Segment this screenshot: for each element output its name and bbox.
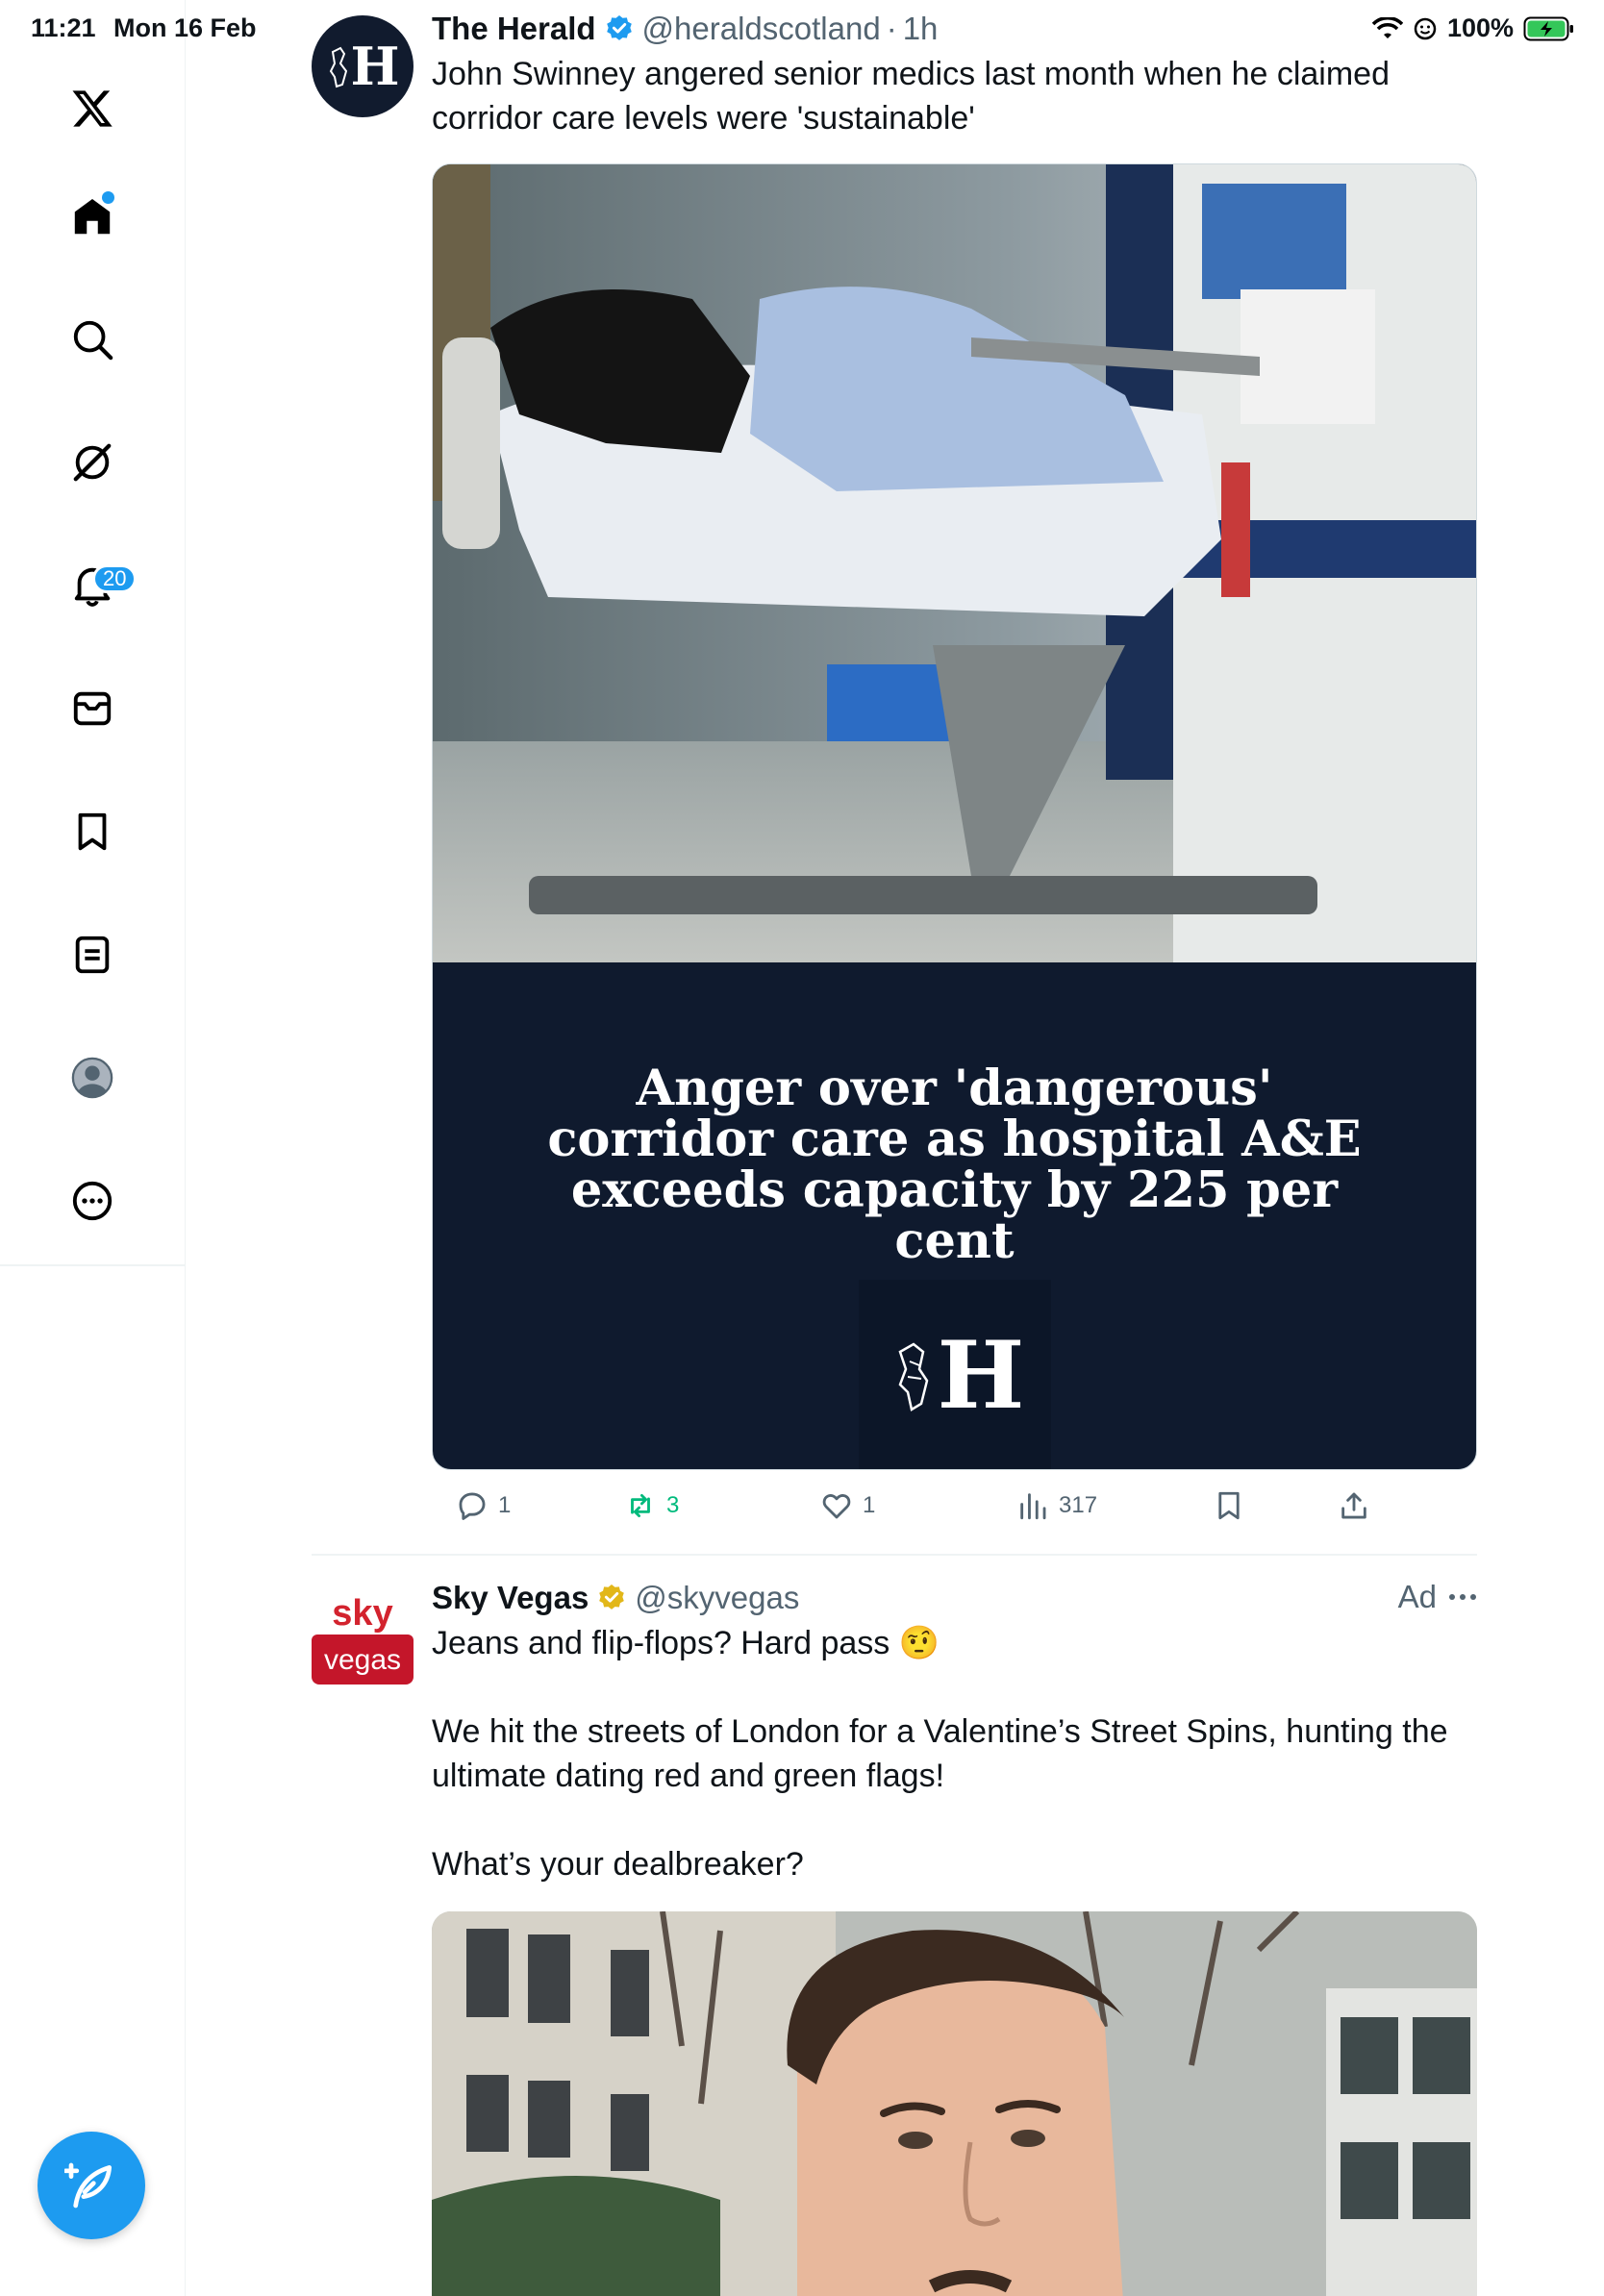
svg-text:H: H <box>938 1323 1025 1429</box>
media-image[interactable] <box>432 1911 1477 2296</box>
views-icon <box>1020 1493 1046 1520</box>
card-logo: H <box>859 1280 1051 1469</box>
tweet-body: Sky Vegas @skyvegas Ad Jeans and flip-fl… <box>432 1579 1477 1886</box>
status-time: 11:21 <box>31 13 96 42</box>
reply-button[interactable]: 1 <box>456 1489 511 1522</box>
grok-icon[interactable] <box>54 424 131 501</box>
share-button[interactable] <box>1338 1489 1370 1522</box>
man-portrait-photo <box>432 1911 1477 2296</box>
tweet-herald[interactable]: H The Herald @heraldscotland · 1h John S… <box>312 0 1477 1548</box>
reply-icon <box>459 1492 486 1520</box>
card-headline: Anger over 'dangerous' corridor care as … <box>547 1060 1362 1270</box>
tweet-skyvegas-ad[interactable]: sky vegas Sky Vegas @skyvegas Ad Jeans a… <box>312 1556 1477 2296</box>
share-icon <box>1341 1492 1366 1519</box>
herald-crest-icon: H <box>898 1323 1025 1429</box>
battery-charging-icon <box>1523 16 1573 40</box>
more-icon[interactable] <box>54 1162 131 1239</box>
home-icon[interactable] <box>54 178 131 255</box>
card-photo <box>433 164 1476 962</box>
sky-vegas-logo-icon: sky vegas <box>312 1593 414 1685</box>
sidebar-divider <box>0 1264 186 1266</box>
heart-icon <box>822 1493 851 1519</box>
x-logo-icon[interactable] <box>54 70 131 147</box>
home-unread-dot <box>102 191 114 204</box>
svg-text:sky: sky <box>332 1593 392 1634</box>
status-date: Mon 16 Feb <box>113 13 257 42</box>
bookmark-icon <box>1218 1491 1240 1520</box>
reply-count: 1 <box>498 1492 512 1518</box>
repost-icon <box>631 1493 650 1518</box>
ad-text: Ad <box>1397 1579 1437 1614</box>
bookmark-button[interactable] <box>1213 1489 1245 1522</box>
tweet-text: Jeans and flip-flops? Hard pass 🤨 We hit… <box>432 1625 1448 1883</box>
notifications-badge: 20 <box>92 564 138 593</box>
author-handle[interactable]: @skyvegas <box>635 1580 799 1616</box>
lists-icon[interactable] <box>54 916 131 993</box>
svg-text:vegas: vegas <box>324 1644 401 1676</box>
emoji-status-icon <box>1414 17 1437 39</box>
search-icon[interactable] <box>54 301 131 378</box>
gold-verified-badge-icon <box>599 1585 625 1610</box>
bookmarks-icon[interactable] <box>54 793 131 870</box>
status-bar: 11:21 Mon 16 Feb 100% <box>0 0 1604 62</box>
view-count: 317 <box>1059 1492 1098 1518</box>
ad-label: Ad <box>1398 1579 1477 1615</box>
avatar[interactable]: sky vegas <box>312 1583 414 1685</box>
views-button[interactable]: 317 <box>1016 1489 1097 1522</box>
notifications-icon[interactable]: 20 <box>54 547 138 624</box>
like-count: 1 <box>863 1492 876 1518</box>
tweet-actions: 1 3 1 317 <box>432 1489 1374 1528</box>
status-indicators: 100% <box>1371 13 1575 43</box>
sidebar: 20 <box>0 0 186 2296</box>
compose-feather-icon <box>64 2162 112 2209</box>
wifi-icon <box>1371 16 1403 38</box>
compose-button[interactable] <box>38 2132 145 2239</box>
link-card[interactable]: Anger over 'dangerous' corridor care as … <box>432 163 1477 1470</box>
tweet-header: Sky Vegas @skyvegas <box>432 1579 1477 1617</box>
repost-button[interactable]: 3 <box>624 1489 679 1522</box>
like-button[interactable]: 1 <box>820 1489 875 1522</box>
messages-icon[interactable] <box>54 670 131 747</box>
battery-percent: 100% <box>1446 13 1514 42</box>
repost-count: 3 <box>666 1492 680 1518</box>
tweet-text: John Swinney angered senior medics last … <box>432 56 1390 137</box>
more-options-icon[interactable] <box>1448 1592 1477 1602</box>
author-name[interactable]: Sky Vegas <box>432 1580 589 1616</box>
profile-icon[interactable] <box>54 1039 131 1116</box>
